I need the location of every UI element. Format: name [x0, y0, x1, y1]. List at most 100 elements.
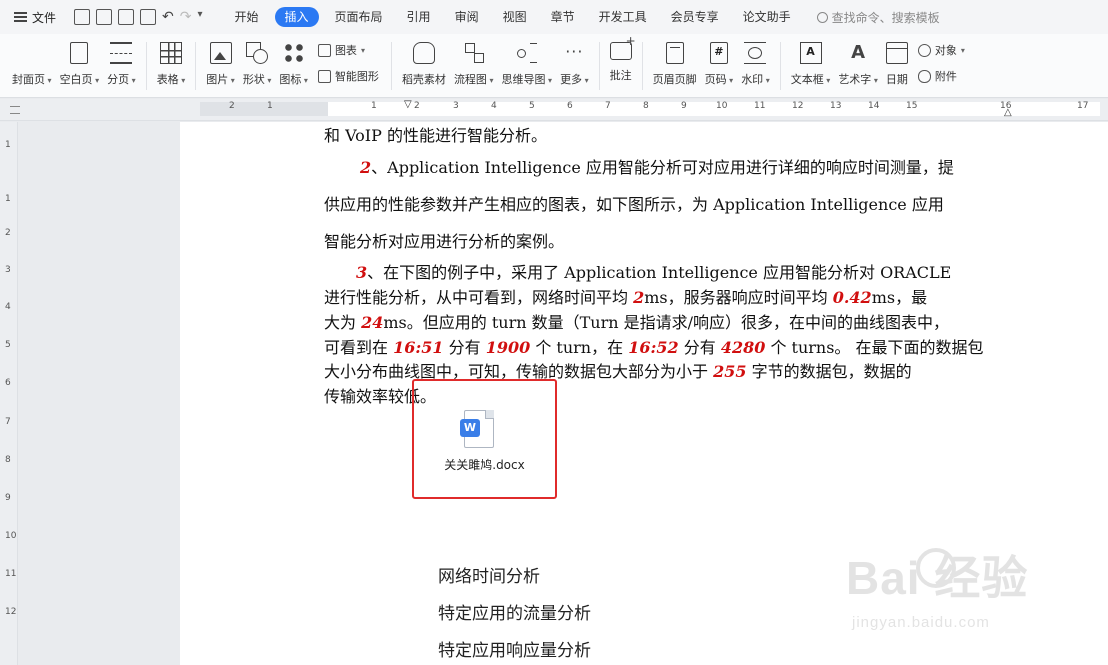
- chart-label: 图表: [334, 44, 357, 57]
- table-label: 表格: [157, 71, 186, 87]
- date-button[interactable]: 日期: [882, 40, 912, 92]
- page-break-button[interactable]: 分页: [103, 40, 140, 92]
- tab-references[interactable]: 引用: [395, 7, 443, 27]
- doc-line[interactable]: 和 VoIP 的性能进行智能分析。: [324, 122, 547, 146]
- list-item[interactable]: 特定应用响应量分析: [438, 636, 591, 661]
- ribbon-separator: [598, 42, 600, 90]
- textbox-button[interactable]: A 文本框: [787, 40, 835, 92]
- header-footer-button[interactable]: 页眉页脚: [649, 40, 701, 92]
- doc-line[interactable]: 智能分析对应用进行分析的案例。: [324, 228, 564, 252]
- ruler-number: 7: [605, 101, 611, 111]
- vruler-number: 8: [5, 455, 11, 465]
- cover-page-button[interactable]: 封面页: [8, 40, 223, 186]
- watermark-button[interactable]: 水印: [737, 40, 774, 92]
- horizontal-ruler[interactable]: 2 1 1 2 3 4 5 6 7 8 9 10 11 12 13 14 15 …: [0, 99, 1108, 121]
- indent-marker-icon[interactable]: ▽: [404, 99, 412, 110]
- wordart-button[interactable]: A 艺术字: [834, 40, 882, 92]
- attachment-button[interactable]: 附件: [917, 68, 965, 84]
- redo-icon[interactable]: ↷: [180, 9, 192, 25]
- material-label: 稻壳素材: [401, 73, 446, 86]
- watermark-label: 水印: [741, 71, 770, 87]
- ruler-number: 2: [229, 101, 235, 111]
- highlight-value: 24: [361, 313, 384, 332]
- doc-text: 可看到在: [324, 338, 394, 357]
- tab-page-layout[interactable]: 页面布局: [323, 7, 395, 27]
- object-button[interactable]: 对象 ▾: [917, 42, 965, 58]
- vruler-number: 4: [5, 302, 11, 312]
- mindmap-button[interactable]: 思维导图: [498, 40, 557, 92]
- doc-line[interactable]: 可看到在 16:51 分有 1900 个 turn，在 16:52 分有 428…: [324, 334, 984, 358]
- tab-review[interactable]: 审阅: [443, 7, 491, 27]
- right-indent-marker-icon[interactable]: △: [1004, 107, 1012, 118]
- left-margin-area: [200, 102, 328, 116]
- ruler-toggle-icon[interactable]: [10, 106, 20, 114]
- doc-line[interactable]: 大为 24ms。但应用的 turn 数量（Turn 是指请求/响应）很多，在中间…: [324, 309, 949, 333]
- list-item[interactable]: 特定应用的流量分析: [438, 599, 591, 624]
- docx-file-icon[interactable]: W: [460, 410, 494, 448]
- chart-button[interactable]: 图表 ▾: [317, 42, 379, 58]
- doc-line[interactable]: 2、Application Intelligence 应用智能分析可对应用进行详…: [360, 154, 954, 178]
- flowchart-icon: [463, 42, 485, 64]
- comment-button[interactable]: 批注: [606, 34, 636, 92]
- highlight-value: 16:52: [628, 338, 679, 357]
- ruler-number: 2: [414, 101, 420, 111]
- flowchart-button[interactable]: 流程图: [450, 40, 498, 92]
- file-menu[interactable]: 文件: [0, 9, 70, 26]
- print-icon[interactable]: [118, 9, 134, 25]
- doc-text: 、在下图的例子中，采用了 Application Intelligence 应用…: [367, 263, 952, 282]
- ruler-number: 6: [567, 101, 573, 111]
- tab-sections[interactable]: 章节: [539, 7, 587, 27]
- save-icon[interactable]: [74, 9, 90, 25]
- tab-membership[interactable]: 会员专享: [659, 7, 731, 27]
- more-button[interactable]: ··· 更多: [556, 40, 593, 92]
- doc-text: 大为: [324, 313, 362, 332]
- more-label: 更多: [560, 71, 589, 87]
- tab-insert[interactable]: 插入: [274, 7, 319, 27]
- icon-button[interactable]: 图标: [275, 40, 312, 92]
- tab-home[interactable]: 开始: [223, 7, 271, 27]
- tab-developer[interactable]: 开发工具: [587, 7, 659, 27]
- tab-paper-assistant[interactable]: 论文助手: [731, 7, 803, 27]
- table-button[interactable]: 表格: [153, 40, 190, 92]
- doc-text: ms，服务器响应时间平均: [644, 288, 833, 307]
- page-number-label: 页码: [705, 71, 734, 87]
- date-label: 日期: [885, 73, 908, 86]
- vertical-ruler[interactable]: 1 1 2 3 4 5 6 7 8 9 10 11 12: [0, 122, 18, 665]
- ruler-number: 11: [754, 101, 766, 111]
- quick-access-toolbar: ↶ ↷ ▾: [74, 9, 203, 25]
- print-preview-icon[interactable]: [140, 9, 156, 25]
- blank-page-button[interactable]: 空白页: [56, 40, 104, 92]
- ribbon-separator: [145, 42, 147, 90]
- word-badge-icon: W: [460, 419, 480, 437]
- attachment-filename[interactable]: 关关雎鸠.docx: [412, 456, 557, 473]
- picture-label: 图片: [206, 71, 235, 87]
- calendar-icon: [885, 42, 908, 64]
- ruler-number: 3: [453, 101, 459, 111]
- doc-line[interactable]: 3、在下图的例子中，采用了 Application Intelligence 应…: [356, 259, 951, 283]
- undo-icon[interactable]: ↶: [162, 9, 174, 25]
- doc-line[interactable]: 大小分布曲线图中，可知，传输的数据包大部分为小于 255 字节的数据包，数据的: [324, 358, 912, 382]
- search-icon: [816, 11, 828, 23]
- export-pdf-icon[interactable]: [96, 9, 112, 25]
- doc-line[interactable]: 进行性能分析，从中可看到，网络时间平均 2ms，服务器响应时间平均 0.42ms…: [324, 284, 927, 308]
- shape-button[interactable]: 形状: [239, 40, 276, 92]
- smartart-button[interactable]: 智能图形: [317, 68, 379, 84]
- doc-text: 个 turns。 在最下面的数据包: [765, 338, 984, 357]
- tab-view[interactable]: 视图: [491, 7, 539, 27]
- page-number-button[interactable]: # 页码: [701, 40, 738, 92]
- paw-logo-icon: [916, 548, 956, 588]
- doc-text: 个 turn，在: [530, 338, 629, 357]
- doc-line[interactable]: 供应用的性能参数并产生相应的图表，如下图所示，为 Application Int…: [324, 191, 944, 215]
- vruler-number: 11: [5, 569, 17, 579]
- vruler-number: 1: [5, 140, 11, 150]
- page-number-icon: #: [709, 42, 728, 64]
- blank-page-icon: [70, 42, 89, 64]
- list-item[interactable]: 网络时间分析: [438, 562, 540, 587]
- picture-button[interactable]: 图片: [202, 40, 239, 92]
- customize-toolbar-icon[interactable]: ▾: [197, 9, 202, 25]
- command-search[interactable]: 查找命令、搜索模板: [816, 9, 940, 26]
- material-button[interactable]: 稻壳素材: [398, 40, 450, 92]
- header-footer-icon: [665, 42, 684, 64]
- vruler-number: 7: [5, 417, 11, 427]
- ribbon-separator: [390, 42, 392, 90]
